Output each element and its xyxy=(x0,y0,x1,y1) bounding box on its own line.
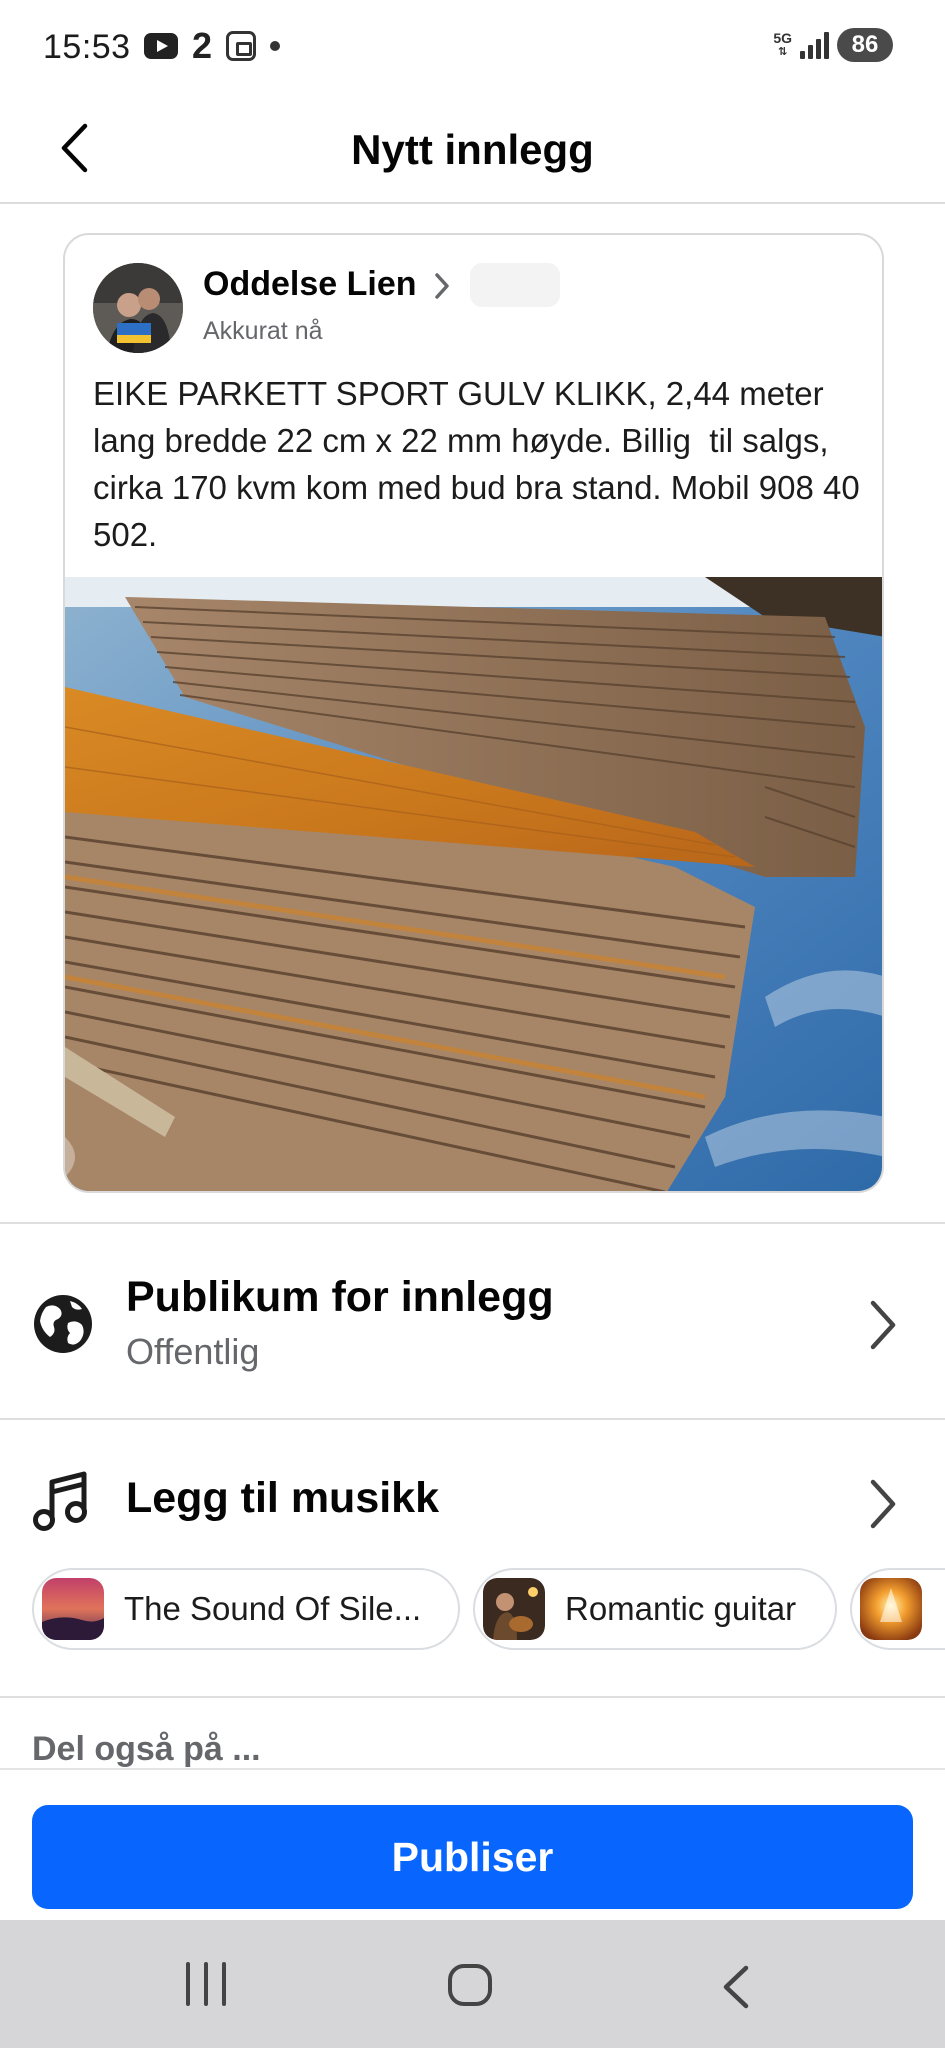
status-system-icons: 5G ⇅ 86 xyxy=(773,28,893,62)
share-also-heading: Del også på ... xyxy=(32,1730,261,1768)
system-navigation-bar xyxy=(0,1920,945,2048)
battery-icon: 86 xyxy=(837,28,893,62)
album-thumbnail xyxy=(42,1578,104,1640)
add-music-button[interactable]: Legg til musikk xyxy=(126,1474,439,1523)
publish-button[interactable]: Publiser xyxy=(32,1805,913,1909)
music-suggestion-label: Romantic guitar xyxy=(565,1590,797,1627)
screenshot-icon xyxy=(226,31,257,61)
post-preview-card: Oddelse Lien Akkurat nå EIKE PARKETT SPO… xyxy=(63,233,884,1193)
recent-apps-button[interactable] xyxy=(186,1962,226,2006)
music-suggestion-chip[interactable]: The Sound Of Sile... xyxy=(32,1568,460,1650)
audience-tag[interactable] xyxy=(470,263,560,307)
post-text[interactable]: EIKE PARKETT SPORT GULV KLIKK, 2,44 mete… xyxy=(93,370,868,558)
post-photo[interactable] xyxy=(65,577,884,1193)
divider xyxy=(0,1696,945,1698)
dot-icon xyxy=(270,41,281,51)
music-suggestion-label: The Sound Of Sile... xyxy=(124,1590,422,1627)
author-avatar[interactable] xyxy=(93,263,183,353)
audience-setting-row[interactable]: Publikum for innlegg Offentlig xyxy=(0,1227,945,1417)
notification-count: 2 xyxy=(192,25,213,66)
globe-icon xyxy=(34,1295,92,1353)
data-arrows-icon: ⇅ xyxy=(778,46,788,58)
network-type-label: 5G xyxy=(773,30,792,46)
author-name[interactable]: Oddelse Lien xyxy=(203,265,417,304)
post-timestamp: Akkurat nå xyxy=(203,317,323,345)
status-time: 15:53 xyxy=(43,28,131,66)
album-thumbnail xyxy=(860,1578,922,1640)
network-type-icon: 5G ⇅ xyxy=(773,31,792,59)
status-bar: 15:53 2 5G ⇅ 86 xyxy=(0,0,945,96)
page-title: Nytt innlegg xyxy=(351,126,594,173)
publish-bar: Publiser xyxy=(0,1768,945,1920)
chevron-right-icon xyxy=(435,273,449,299)
audience-value: Offentlig xyxy=(126,1331,260,1372)
youtube-icon xyxy=(144,33,178,59)
music-suggestion-chip[interactable]: Romantic guitar xyxy=(473,1568,837,1650)
music-note-icon xyxy=(33,1471,87,1531)
top-app-bar: Nytt innlegg xyxy=(0,96,945,204)
avatar-image xyxy=(93,263,183,353)
status-notification-icons: 2 xyxy=(144,25,281,66)
home-button[interactable] xyxy=(448,1964,492,2006)
nav-back-button[interactable] xyxy=(718,1964,752,2010)
signal-icon xyxy=(800,31,829,59)
music-suggestion-chip[interactable] xyxy=(850,1568,945,1650)
chevron-right-icon xyxy=(870,1300,896,1350)
add-music-section: Legg til musikk The Sound Of Sile... Rom… xyxy=(0,1420,945,1695)
audience-title: Publikum for innlegg xyxy=(126,1273,554,1321)
divider xyxy=(0,1222,945,1224)
chevron-right-icon[interactable] xyxy=(861,1476,901,1532)
album-thumbnail xyxy=(483,1578,545,1640)
